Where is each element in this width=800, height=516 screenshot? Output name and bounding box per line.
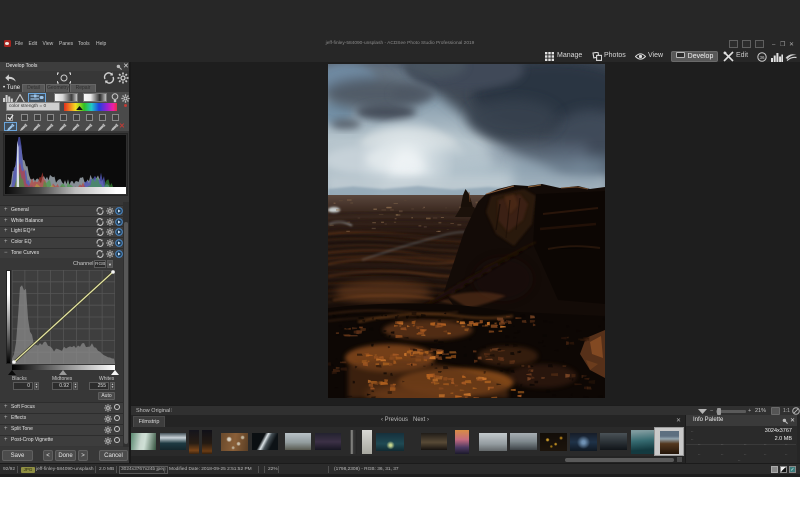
svg-text:36: 36 [759, 54, 765, 59]
